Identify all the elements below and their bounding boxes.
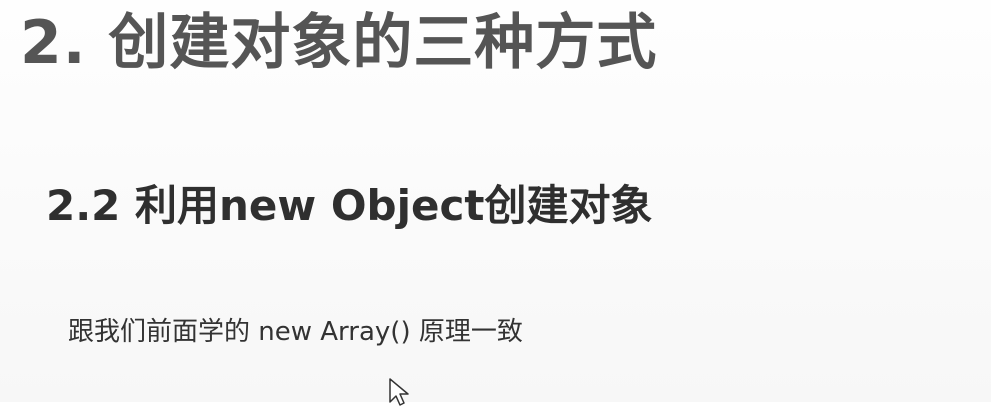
slide-body-text: 跟我们前面学的 new Array() 原理一致 — [68, 317, 523, 347]
slide-title: 2. 创建对象的三种方式 — [20, 8, 658, 78]
slide-subtitle: 2.2 利用new Object创建对象 — [46, 181, 653, 230]
slide: 2. 创建对象的三种方式 2.2 利用new Object创建对象 跟我们前面学… — [0, 0, 991, 406]
